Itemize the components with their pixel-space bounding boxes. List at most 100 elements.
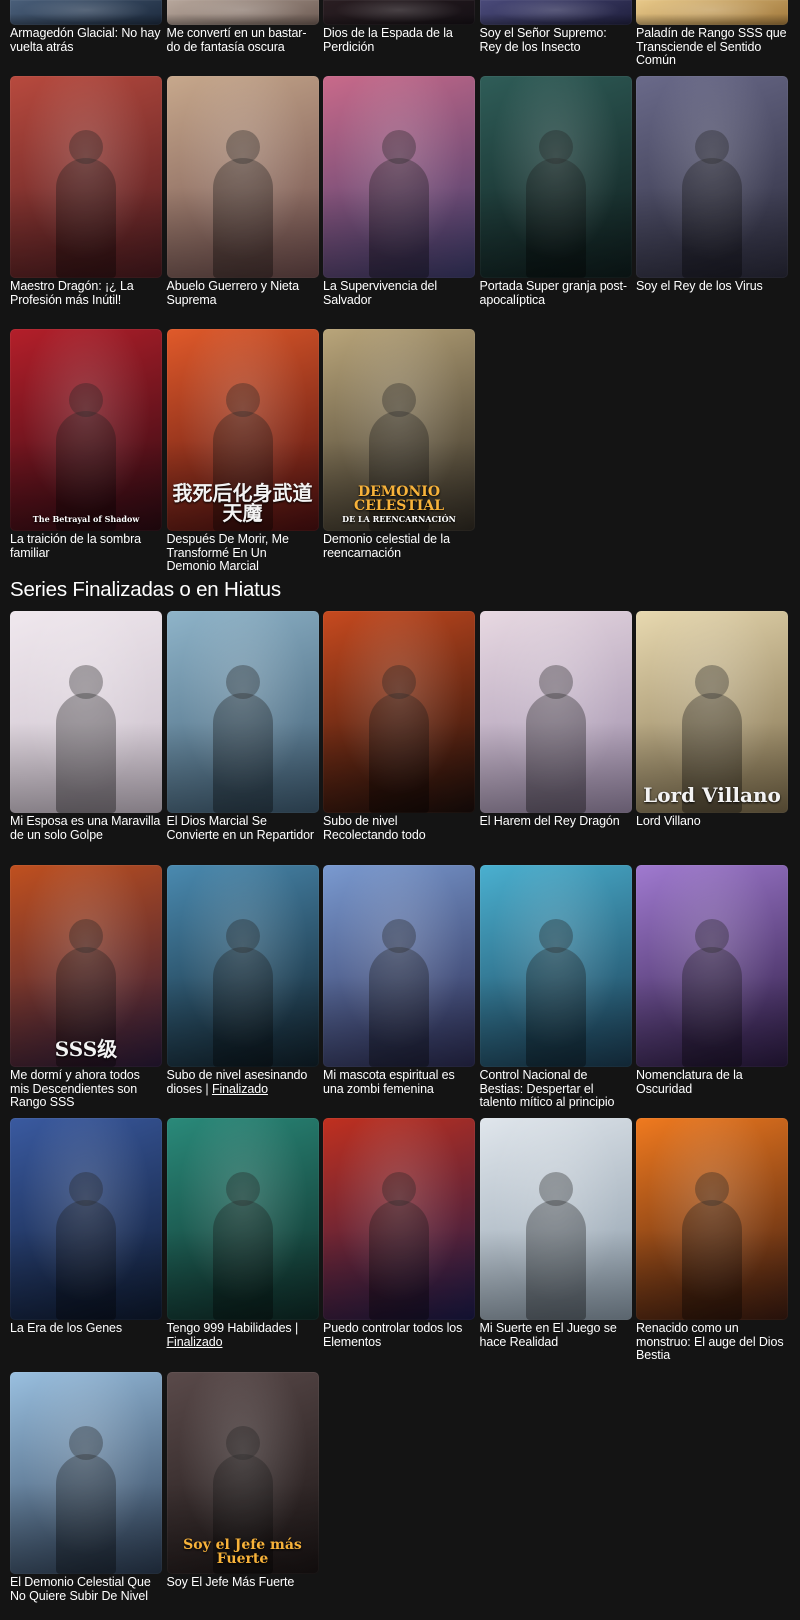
series-title[interactable]: La Era de los Genes	[10, 1321, 162, 1336]
series-cover-image[interactable]	[636, 1118, 788, 1320]
series-cover-image[interactable]	[323, 611, 475, 813]
series-card[interactable]: La Era de los Genes	[10, 1118, 162, 1363]
series-cover-image[interactable]	[479, 1118, 632, 1320]
series-cover-image[interactable]	[323, 76, 475, 278]
series-title[interactable]: Mi Suerte en El Juego se hace Realidad	[480, 1321, 632, 1349]
series-cover-image[interactable]	[166, 1118, 319, 1320]
series-card[interactable]: Portada Super granja post-apocalíptica	[479, 76, 632, 307]
series-title-text[interactable]: El Dios Marcial Se Convierte en un Repar…	[167, 814, 315, 842]
status-link[interactable]: Finalizado	[212, 1082, 268, 1096]
series-title[interactable]: Renacido como un monstruo: El auge del D…	[636, 1321, 788, 1363]
series-title-text[interactable]: Me dormí y ahora todos mis Descendientes…	[10, 1068, 140, 1109]
series-cover-image[interactable]: DEMONIO CELESTIAL DE LA REENCARNACIÓN	[323, 329, 475, 531]
series-title-text[interactable]: Puedo controlar todos los Elementos	[323, 1321, 462, 1349]
series-title[interactable]: Demonio celestial de la reencarnación	[323, 532, 475, 560]
series-cover-image[interactable]	[10, 611, 162, 813]
series-card[interactable]: Mi mascota espiritual es una zombi femen…	[323, 865, 475, 1110]
series-card[interactable]: Mi Esposa es una Maravilla de un solo Go…	[10, 611, 162, 842]
series-cover-image[interactable]	[323, 1118, 475, 1320]
series-title-text[interactable]: El Demonio Celestial Que No Quiere Subir…	[10, 1575, 151, 1603]
series-title-text[interactable]: Control Nacional de Bestias: Despertar e…	[480, 1068, 615, 1109]
series-title[interactable]: La traición de la sombra familiar	[10, 532, 162, 560]
series-cover-image[interactable]	[10, 1372, 162, 1574]
series-cover-image[interactable]	[10, 0, 162, 25]
series-title[interactable]: Subo de nivel Recolectando todo	[323, 814, 475, 842]
series-title[interactable]: Mi mascota espiritual es una zombi femen…	[323, 1068, 475, 1096]
series-title[interactable]: Soy el Rey de los Virus	[636, 279, 788, 294]
series-title-text[interactable]: Mi Suerte en El Juego se hace Realidad	[480, 1321, 617, 1349]
series-cover-image[interactable]	[479, 0, 632, 25]
series-card[interactable]: Puedo controlar todos los Elementos	[323, 1118, 475, 1363]
series-title[interactable]: Soy El Jefe Más Fuerte	[167, 1575, 319, 1590]
series-title-text[interactable]: La Era de los Genes	[10, 1321, 122, 1335]
series-cover-image[interactable]: Lord Villano	[636, 611, 788, 813]
series-title-text[interactable]: Portada Super granja post-apocalíptica	[480, 279, 628, 307]
series-title[interactable]: Abuelo Guerrero y Nieta Suprema	[167, 279, 319, 307]
series-card[interactable]: El Harem del Rey Dragón	[479, 611, 632, 842]
series-title-text[interactable]: Soy El Jefe Más Fuerte	[167, 1575, 295, 1589]
series-title[interactable]: Dios de la Espada de la Perdición	[323, 26, 475, 54]
series-card[interactable]: The Betrayal of Shadow La traición de la …	[10, 329, 162, 574]
series-card[interactable]: Maestro Dragón: ¡¿ La Profesión más Inút…	[10, 76, 162, 307]
series-title-text[interactable]: Mi Esposa es una Maravilla de un solo Go…	[10, 814, 160, 842]
series-title[interactable]: Mi Esposa es una Maravilla de un solo Go…	[10, 814, 162, 842]
series-card[interactable]: Tengo 999 Habilidades | Finalizado	[166, 1118, 319, 1363]
series-card[interactable]: Me convertí en un bastar-do de fantasía …	[166, 0, 319, 68]
series-title-text[interactable]: Soy el Señor Supremo: Rey de los Insecto	[480, 26, 607, 54]
series-cover-image[interactable]	[166, 0, 319, 25]
series-title[interactable]: El Demonio Celestial Que No Quiere Subir…	[10, 1575, 162, 1603]
series-card[interactable]: Soy el Rey de los Virus	[636, 76, 788, 307]
series-card[interactable]: Abuelo Guerrero y Nieta Suprema	[166, 76, 319, 307]
series-card[interactable]: Paladín de Rango SSS que Transciende el …	[636, 0, 788, 68]
series-title[interactable]: Portada Super granja post-apocalíptica	[480, 279, 632, 307]
series-title-text[interactable]: La traición de la sombra familiar	[10, 532, 141, 560]
series-cover-image[interactable]: Soy el Jefe más Fuerte	[166, 1372, 319, 1574]
series-card[interactable]: Mi Suerte en El Juego se hace Realidad	[479, 1118, 632, 1363]
series-cover-image[interactable]	[10, 1118, 162, 1320]
series-card[interactable]: Armagedón Glacial: No hay vuelta atrás	[10, 0, 162, 68]
series-title-text[interactable]: Mi mascota espiritual es una zombi femen…	[323, 1068, 455, 1096]
series-title[interactable]: Soy el Señor Supremo: Rey de los Insecto	[480, 26, 632, 54]
series-title-text[interactable]: Abuelo Guerrero y Nieta Suprema	[167, 279, 300, 307]
series-card[interactable]: El Dios Marcial Se Convierte en un Repar…	[166, 611, 319, 842]
series-card[interactable]: 我死后化身武道天魔 Después De Morir, Me Transformé…	[166, 329, 319, 574]
series-title-text[interactable]: Armagedón Glacial: No hay vuelta atrás	[10, 26, 160, 54]
series-card[interactable]: Lord Villano Lord Villano	[636, 611, 788, 842]
series-card[interactable]: Soy el Señor Supremo: Rey de los Insecto	[479, 0, 632, 68]
series-title-text[interactable]: Renacido como un monstruo: El auge del D…	[636, 1321, 784, 1362]
series-title[interactable]: Me convertí en un bastar-do de fantasía …	[167, 26, 319, 54]
series-title-text[interactable]: Demonio celestial de la reencarnación	[323, 532, 450, 560]
status-link[interactable]: Finalizado	[167, 1335, 223, 1349]
series-cover-image[interactable]	[166, 611, 319, 813]
series-card[interactable]: Soy el Jefe más Fuerte Soy El Jefe Más Fu…	[166, 1372, 319, 1603]
series-card[interactable]: SSS级 Me dormí y ahora todos mis Descendie…	[10, 865, 162, 1110]
series-cover-image[interactable]	[479, 611, 632, 813]
series-card[interactable]: Dios de la Espada de la Perdición	[323, 0, 475, 68]
series-title-text[interactable]: Maestro Dragón: ¡¿ La Profesión más Inút…	[10, 279, 134, 307]
series-title[interactable]: Me dormí y ahora todos mis Descendientes…	[10, 1068, 162, 1110]
series-title[interactable]: Control Nacional de Bestias: Despertar e…	[480, 1068, 632, 1110]
series-card[interactable]: Subo de nivel Recolectando todo	[323, 611, 475, 842]
series-cover-image[interactable]	[479, 76, 632, 278]
series-card[interactable]: Nomenclatura de la Oscuridad	[636, 865, 788, 1110]
series-title[interactable]: Puedo controlar todos los Elementos	[323, 1321, 475, 1349]
series-title[interactable]: Después De Morir, Me Transformé En Un De…	[167, 532, 319, 574]
series-card[interactable]: Renacido como un monstruo: El auge del D…	[636, 1118, 788, 1363]
series-title[interactable]: El Dios Marcial Se Convierte en un Repar…	[167, 814, 319, 842]
series-cover-image[interactable]: The Betrayal of Shadow	[10, 329, 162, 531]
series-cover-image[interactable]	[323, 865, 475, 1067]
series-cover-image[interactable]	[636, 0, 788, 25]
series-title[interactable]: Subo de nivel asesinando dioses | Finali…	[167, 1068, 319, 1096]
series-title-text[interactable]: Paladín de Rango SSS que Transciende el …	[636, 26, 787, 67]
series-cover-image[interactable]	[166, 865, 319, 1067]
series-title-text[interactable]: Soy el Rey de los Virus	[636, 279, 763, 293]
series-title[interactable]: Maestro Dragón: ¡¿ La Profesión más Inút…	[10, 279, 162, 307]
series-title-text[interactable]: Nomenclatura de la Oscuridad	[636, 1068, 743, 1096]
series-card[interactable]: La Supervivencia del Salvador	[323, 76, 475, 307]
series-card[interactable]: DEMONIO CELESTIAL DE LA REENCARNACIÓN Demo…	[323, 329, 475, 574]
series-title[interactable]: La Supervivencia del Salvador	[323, 279, 475, 307]
series-title-text[interactable]: Me convertí en un bastar-do de fantasía …	[167, 26, 307, 54]
series-cover-image[interactable]: SSS级	[10, 865, 162, 1067]
series-cover-image[interactable]	[636, 865, 788, 1067]
series-title-text[interactable]: Lord Villano	[636, 814, 701, 828]
